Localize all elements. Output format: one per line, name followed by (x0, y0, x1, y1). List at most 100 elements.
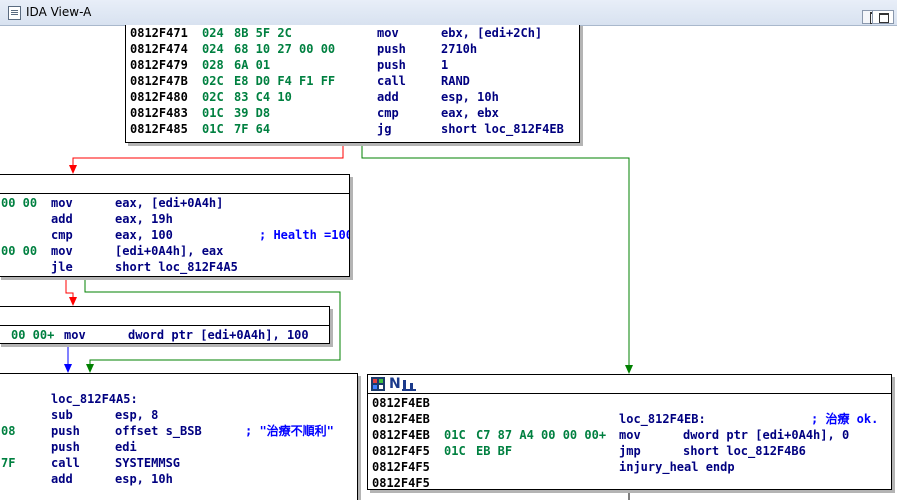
address: 0812F480 (130, 90, 188, 104)
asm-line[interactable]: 0812F4EB loc_812F4EB: ; 治療 ok. (368, 411, 891, 427)
asm-line[interactable]: 7F call SYSTEMMSG (0, 455, 357, 471)
mnemonic: add (377, 90, 399, 104)
asm-line[interactable]: 00 00+ mov dword ptr [edi+0A4h], 100 (0, 327, 329, 343)
stack-pointer: 01C (444, 428, 466, 442)
asm-line[interactable]: 00 00 mov [edi+0A4h], eax (0, 243, 349, 259)
asm-line[interactable]: 0812F480 02C 83 C4 10 add esp, 10h (126, 89, 579, 105)
operands: ebx, [edi+2Ch] (441, 26, 543, 40)
mnemonic: add (51, 472, 73, 486)
edge-false-health-arrow (69, 297, 77, 306)
stack-pointer: 02C (202, 90, 224, 104)
opcode-bytes: 00 00 (1, 244, 38, 258)
stack-pointer: 028 (202, 58, 224, 72)
address: 0812F474 (130, 42, 188, 56)
asm-line[interactable] (0, 375, 357, 391)
stack-pointer: 024 (202, 42, 224, 56)
node-name-icon[interactable]: N (389, 377, 403, 391)
address: 0812F4EB (372, 396, 430, 410)
asm-line[interactable]: 0812F4F5 (368, 475, 891, 489)
operands: 2710h (441, 42, 478, 56)
mnemonic: injury_heal endp (619, 460, 735, 474)
operands: offset s_BSB (115, 424, 202, 438)
asm-line[interactable]: 08 push offset s_BSB ; "治療不順利" (0, 423, 357, 439)
mnemonic: cmp (377, 106, 399, 120)
opcode-bytes: 68 10 27 00 00 (234, 42, 336, 56)
comment: ; Health =100 (259, 228, 350, 242)
operands: eax, 19h (115, 212, 173, 226)
node-set-health-header (0, 307, 329, 326)
opcode-bytes: 8B 5F 2C (234, 26, 292, 40)
mnemonic: push (377, 58, 406, 72)
comment: ; 治療 ok. (811, 412, 879, 426)
stack-pointer: 01C (444, 444, 466, 458)
mnemonic: jg (377, 122, 392, 136)
asm-line[interactable]: 0812F47B 02C E8 D0 F4 F1 FF call RAND (126, 73, 579, 89)
mnemonic: mov (51, 196, 73, 210)
operands: dword ptr [edi+0A4h], 100 (128, 328, 309, 342)
mnemonic: add (51, 212, 73, 226)
asm-line[interactable]: push edi (0, 439, 357, 455)
tab-icon (8, 6, 21, 20)
asm-line[interactable]: sub esp, 8 (0, 407, 357, 423)
stack-pointer: 01C (202, 106, 224, 120)
asm-line[interactable]: cmp eax, 100 ; Health =100 (0, 227, 349, 243)
mnemonic: mov (64, 328, 86, 342)
address: 0812F479 (130, 58, 188, 72)
mnemonic: mov (619, 428, 641, 442)
asm-line[interactable]: 0812F474 024 68 10 27 00 00 push 2710h (126, 41, 579, 57)
asm-line[interactable]: 0812F4F5 01C EB BF jmp short loc_812F4B6 (368, 443, 891, 459)
asm-line[interactable]: 00 00 mov eax, [edi+0A4h] (0, 195, 349, 211)
opcode-bytes: EB BF (476, 444, 513, 458)
opcode-bytes: 6A 01 (234, 58, 271, 72)
asm-line[interactable]: 0812F485 01C 7F 64 jg short loc_812F4EB (126, 121, 579, 137)
asm-line[interactable]: add esp, 10h (0, 471, 357, 487)
mnemonic: push (377, 42, 406, 56)
stack-pointer: 02C (202, 74, 224, 88)
graph-view[interactable]: 0812F471 024 8B 5F 2C mov ebx, [edi+2Ch] 0812… (0, 25, 897, 500)
mnemonic: call (377, 74, 406, 88)
node-loc-812f4eb[interactable]: N 0812F4EB 0812F4EB loc_812F4EB:; 治療 ok. 08… (367, 374, 892, 490)
node-set-health[interactable]: 00 00+ mov dword ptr [edi+0A4h], 100 (0, 306, 330, 344)
address: 0812F485 (130, 122, 188, 136)
opcode-bytes: 7F 64 (234, 122, 271, 136)
operands: 1 (441, 58, 449, 72)
asm-line[interactable]: 0812F483 01C 39 D8 cmp eax, ebx (126, 105, 579, 121)
edge-true-top-arrow (625, 365, 633, 374)
node-health-header (0, 175, 349, 194)
opcode-bytes: E8 D0 F4 F1 FF (234, 74, 336, 88)
node-loc-812f4a5[interactable]: loc_812F4A5: sub esp, 8 08 push offset s_BSB;… (0, 373, 358, 500)
asm-line[interactable]: add eax, 19h (0, 211, 349, 227)
opcode-bytes: 39 D8 (234, 106, 271, 120)
node-color-icon[interactable] (371, 377, 385, 391)
opcode-bytes: 08 (1, 424, 16, 438)
asm-line[interactable]: 0812F471 024 8B 5F 2C mov ebx, [edi+2Ch] (126, 25, 579, 41)
stack-pointer: 01C (202, 122, 224, 136)
edge-true-health-arrow (86, 364, 94, 373)
operands: esp, 10h (441, 90, 499, 104)
asm-line[interactable]: 0812F4F5 injury_heal endp (368, 459, 891, 475)
asm-line[interactable]: loc_812F4A5: (0, 391, 357, 407)
asm-line[interactable]: jle short loc_812F4A5 (0, 259, 349, 275)
node-top[interactable]: 0812F471 024 8B 5F 2C mov ebx, [edi+2Ch] 0812… (125, 25, 580, 143)
opcode-bytes: 7F (1, 456, 16, 470)
asm-line[interactable]: 0812F4EB 01C C7 87 A4 00 00 00+ mov dword pt… (368, 427, 891, 443)
operands: [edi+0A4h], eax (115, 244, 224, 258)
node-group-icon[interactable] (402, 377, 416, 391)
mnemonic: mov (377, 26, 399, 40)
opcode-bytes: 83 C4 10 (234, 90, 292, 104)
mnemonic: jmp (619, 444, 641, 458)
operands: esp, 10h (115, 472, 173, 486)
address: 0812F483 (130, 106, 188, 120)
node-loc-812f4eb-header: N (368, 375, 891, 394)
operands: short loc_812F4EB (441, 122, 564, 136)
edge-false-top (72, 143, 344, 170)
address: 0812F4F5 (372, 460, 430, 474)
maximize-button[interactable] (872, 10, 894, 24)
opcode-bytes: 00 00 (1, 196, 38, 210)
mnemonic: loc_812F4A5: (51, 392, 138, 406)
asm-line[interactable]: 0812F4EB (368, 395, 891, 411)
asm-line[interactable]: 0812F479 028 6A 01 push 1 (126, 57, 579, 73)
mnemonic: call (51, 456, 80, 470)
comment: ; "治療不順利" (245, 424, 334, 438)
node-health[interactable]: 00 00 mov eax, [edi+0A4h] add eax, 19h cmp eax… (0, 174, 350, 277)
